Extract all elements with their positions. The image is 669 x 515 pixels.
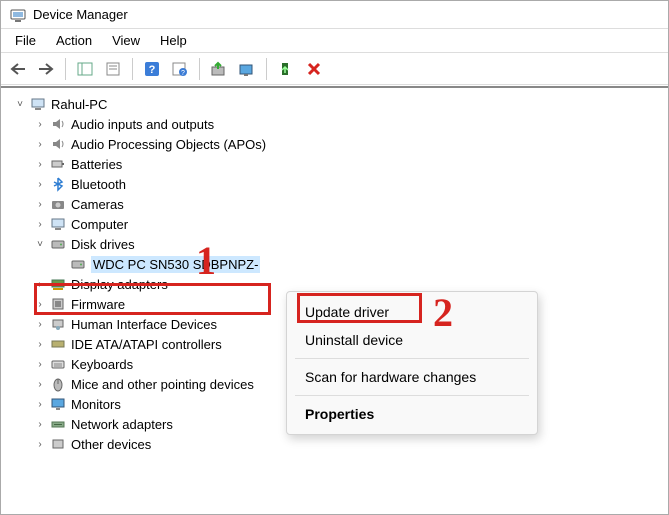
scan-hardware-icon[interactable] [234,56,260,82]
tree-item-computer[interactable]: › Computer [1,214,668,234]
menu-file[interactable]: File [5,31,46,50]
keyboard-icon [49,355,67,373]
tree-root[interactable]: ˅ Rahul-PC [1,94,668,114]
expand-icon[interactable]: › [33,159,47,170]
expand-icon[interactable]: › [33,319,47,330]
hid-icon [49,315,67,333]
tree-item-label: Batteries [71,157,122,172]
svg-text:?: ? [181,70,185,77]
expand-icon[interactable]: › [33,119,47,130]
expand-icon[interactable]: › [33,379,47,390]
collapse-icon[interactable]: ˅ [13,99,27,110]
uninstall-x-icon[interactable] [301,56,327,82]
disk-icon [49,235,67,253]
monitor-icon [49,395,67,413]
ctx-separator [295,358,529,359]
ide-icon [49,335,67,353]
tree-item-label: Mice and other pointing devices [71,377,254,392]
svg-text:?: ? [149,64,156,76]
camera-icon [49,195,67,213]
expand-icon[interactable]: › [33,199,47,210]
tree-item-label: Human Interface Devices [71,317,217,332]
titlebar: Device Manager [1,1,668,29]
mouse-icon [49,375,67,393]
tree-item-label: Keyboards [71,357,133,372]
context-menu: Update driver Uninstall device Scan for … [286,291,538,435]
expand-icon[interactable]: › [33,219,47,230]
other-icon [49,435,67,453]
tree-item-wdc-drive[interactable]: · WDC PC SN530 SDBPNPZ- [1,254,668,274]
expand-icon[interactable]: › [33,339,47,350]
tree-root-label: Rahul-PC [51,97,107,112]
toolbar: ? ? [1,53,668,85]
ctx-separator [295,395,529,396]
expand-icon[interactable]: › [33,139,47,150]
update-driver-toolbar-icon[interactable] [206,56,232,82]
expand-icon[interactable]: › [33,299,47,310]
menu-help[interactable]: Help [150,31,197,50]
device-manager-icon [9,6,27,24]
expand-icon[interactable]: › [33,179,47,190]
disk-icon [69,255,87,273]
ctx-properties[interactable]: Properties [287,400,537,428]
speaker-icon [49,115,67,133]
tree-item-label: Computer [71,217,128,232]
expand-icon[interactable]: › [33,439,47,450]
battery-icon [49,155,67,173]
expand-icon[interactable]: › [33,359,47,370]
forward-icon[interactable] [33,56,59,82]
menu-view[interactable]: View [102,31,150,50]
tree-item-label: IDE ATA/ATAPI controllers [71,337,222,352]
computer-icon [29,95,47,113]
tree-item-label: Network adapters [71,417,173,432]
back-icon[interactable] [5,56,31,82]
expand-icon[interactable]: › [33,279,47,290]
tree-item-label: WDC PC SN530 SDBPNPZ- [91,256,260,273]
tree-item-batteries[interactable]: › Batteries [1,154,668,174]
bluetooth-icon [49,175,67,193]
tree-item-bluetooth[interactable]: › Bluetooth [1,174,668,194]
tree-item-apos[interactable]: › Audio Processing Objects (APOs) [1,134,668,154]
tree-item-audio-inputs[interactable]: › Audio inputs and outputs [1,114,668,134]
help-topic-icon[interactable]: ? [167,56,193,82]
menubar: File Action View Help [1,29,668,53]
window-title: Device Manager [33,7,128,22]
tree-item-label: Other devices [71,437,151,452]
ctx-uninstall-device[interactable]: Uninstall device [287,326,537,354]
help-icon[interactable]: ? [139,56,165,82]
tree-item-disk-drives[interactable]: ˅ Disk drives [1,234,668,254]
collapse-icon[interactable]: ˅ [33,239,47,250]
tree-item-label: Display adapters [71,277,168,292]
tree-item-other[interactable]: › Other devices [1,434,668,454]
show-hide-tree-icon[interactable] [72,56,98,82]
tree-item-label: Bluetooth [71,177,126,192]
network-icon [49,415,67,433]
tree-item-label: Audio inputs and outputs [71,117,214,132]
expand-icon[interactable]: › [33,399,47,410]
display-icon [49,275,67,293]
ctx-scan-hardware[interactable]: Scan for hardware changes [287,363,537,391]
expand-icon[interactable]: › [33,419,47,430]
firmware-icon [49,295,67,313]
tree-item-label: Cameras [71,197,124,212]
menu-action[interactable]: Action [46,31,102,50]
computer-icon [49,215,67,233]
tree-item-label: Audio Processing Objects (APOs) [71,137,266,152]
tree-item-label: Disk drives [71,237,135,252]
speaker-icon [49,135,67,153]
properties-sheet-icon[interactable] [100,56,126,82]
tree-item-cameras[interactable]: › Cameras [1,194,668,214]
tree-item-label: Firmware [71,297,125,312]
tree-item-label: Monitors [71,397,121,412]
enable-device-icon[interactable] [273,56,299,82]
ctx-update-driver[interactable]: Update driver [287,298,537,326]
